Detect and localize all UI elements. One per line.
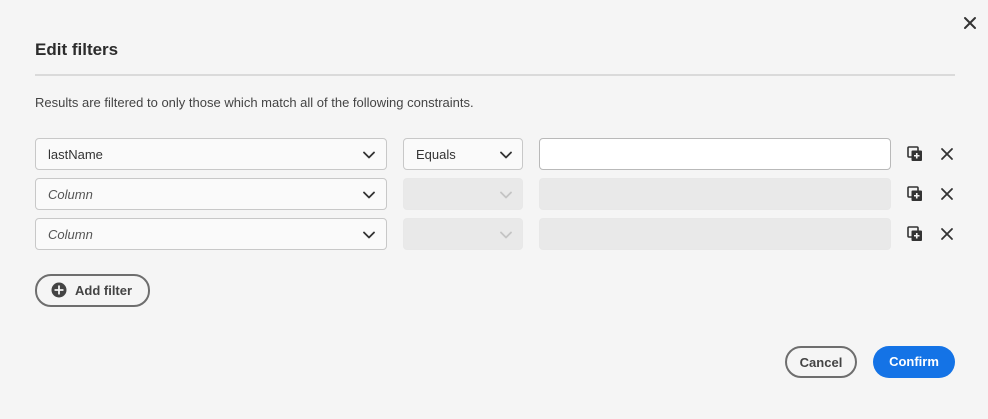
remove-filter-button[interactable]: [940, 147, 954, 161]
confirm-button[interactable]: Confirm: [873, 346, 955, 378]
duplicate-filter-button[interactable]: [907, 226, 923, 242]
dialog-title: Edit filters: [35, 40, 119, 59]
filter-row: Column: [35, 218, 960, 250]
chevron-down-icon: [500, 231, 512, 239]
filter-value-input[interactable]: [539, 138, 891, 170]
edit-filters-dialog: Edit filters Results are filtered to onl…: [0, 0, 988, 419]
operator-select-value: Equals: [416, 147, 456, 162]
cancel-label: Cancel: [799, 355, 843, 370]
chevron-down-icon: [500, 151, 512, 159]
chevron-down-icon: [500, 191, 512, 199]
chevron-down-icon: [363, 231, 375, 239]
column-select-value: lastName: [48, 147, 103, 162]
confirm-label: Confirm: [889, 354, 939, 369]
column-select[interactable]: Column: [35, 218, 387, 250]
add-filter-label: Add filter: [75, 283, 133, 298]
chevron-down-icon: [363, 151, 375, 159]
close-dialog-button[interactable]: [960, 13, 980, 33]
duplicate-filter-button[interactable]: [907, 146, 923, 162]
operator-select[interactable]: Equals: [403, 138, 523, 170]
add-circle-icon: [51, 282, 67, 298]
chevron-down-icon: [363, 191, 375, 199]
filter-value-input: [539, 178, 891, 210]
operator-select: [403, 178, 523, 210]
duplicate-filter-button[interactable]: [907, 186, 923, 202]
title-divider: [35, 74, 955, 76]
column-select[interactable]: Column: [35, 178, 387, 210]
filter-row: lastName Equals: [35, 138, 960, 170]
dialog-description: Results are filtered to only those which…: [35, 95, 474, 110]
filter-value-input: [539, 218, 891, 250]
duplicate-icon: [907, 226, 922, 241]
column-select[interactable]: lastName: [35, 138, 387, 170]
column-select-placeholder: Column: [48, 227, 93, 242]
close-icon: [941, 148, 953, 160]
close-icon: [964, 17, 976, 29]
operator-select: [403, 218, 523, 250]
column-select-placeholder: Column: [48, 187, 93, 202]
filter-row: Column: [35, 178, 960, 210]
cancel-button[interactable]: Cancel: [785, 346, 857, 378]
add-filter-button[interactable]: Add filter: [35, 274, 150, 307]
duplicate-icon: [907, 186, 922, 201]
remove-filter-button[interactable]: [940, 227, 954, 241]
close-icon: [941, 228, 953, 240]
remove-filter-button[interactable]: [940, 187, 954, 201]
close-icon: [941, 188, 953, 200]
duplicate-icon: [907, 146, 922, 161]
